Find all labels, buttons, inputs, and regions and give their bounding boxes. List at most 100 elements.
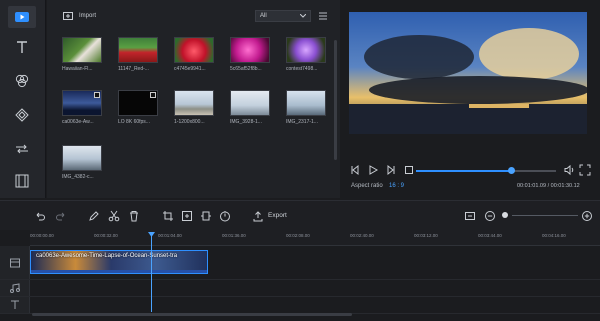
- media-filter-select[interactable]: All: [255, 10, 311, 22]
- ruler-tick-label: 00:01:36.00: [222, 233, 246, 238]
- preview-panel: Aspect ratio 16 : 9 00:01:01.09 / 00:01:…: [341, 0, 600, 198]
- media-scrollbar[interactable]: [334, 40, 337, 160]
- ruler-tick-label: 00:00:00.00: [30, 233, 54, 238]
- media-thumb[interactable]: [230, 37, 270, 63]
- stop-icon[interactable]: [403, 164, 415, 176]
- video-preview: [349, 12, 587, 134]
- volume-icon[interactable]: [563, 164, 575, 176]
- time-readout: 00:01:01.09 / 00:01:30.12: [517, 183, 580, 189]
- aspect-ratio-label: Aspect ratio: [351, 183, 383, 189]
- video-badge-icon: [94, 92, 100, 98]
- rail-filters-button[interactable]: [8, 70, 36, 92]
- total-time: 00:01:30.12: [550, 183, 580, 189]
- ruler-tick-label: 00:01:04.00: [158, 233, 182, 238]
- media-filter-value: All: [260, 13, 267, 19]
- media-thumb-label: IMG_2317-1...: [286, 119, 318, 125]
- speed-icon[interactable]: [219, 210, 231, 222]
- crop-icon[interactable]: [162, 210, 174, 222]
- text-track-icon[interactable]: [9, 299, 21, 311]
- timeline-scrollbar[interactable]: [32, 313, 352, 316]
- zoom-slider-handle[interactable]: [502, 212, 508, 218]
- text-track-header: [0, 297, 30, 313]
- list-icon: [319, 12, 327, 20]
- ruler-tick-label: 00:03:12.00: [414, 233, 438, 238]
- edit-toolbar: Export: [0, 200, 600, 230]
- rail-elements-button[interactable]: [8, 170, 36, 192]
- ruler-tick-label: 00:02:40.00: [350, 233, 374, 238]
- zoom-fit-icon[interactable]: [464, 210, 476, 222]
- rail-transition-button[interactable]: [8, 138, 36, 160]
- filters-icon: [15, 74, 29, 88]
- progress-handle[interactable]: [507, 167, 515, 174]
- media-thumb[interactable]: [230, 90, 270, 116]
- import-label: Import: [79, 13, 97, 19]
- zoom-slider-track[interactable]: [512, 215, 578, 216]
- rail-text-button[interactable]: [8, 36, 36, 58]
- rail-media-button[interactable]: [8, 6, 36, 28]
- prev-frame-icon[interactable]: [349, 164, 361, 176]
- undo-icon[interactable]: [34, 210, 46, 222]
- media-thumb-label: c4745e9941...: [174, 66, 206, 72]
- media-thumb[interactable]: [62, 37, 102, 63]
- media-thumb[interactable]: [118, 37, 158, 63]
- text-icon: [17, 41, 27, 53]
- media-thumb[interactable]: [286, 90, 326, 116]
- audio-track-header: [0, 280, 30, 296]
- media-thumb[interactable]: [62, 145, 102, 171]
- freeze-icon[interactable]: [181, 210, 193, 222]
- timeline-ruler[interactable]: 00:00:00.00 00:00:32.00 00:01:04.00 00:01:3…: [30, 230, 600, 246]
- zoom-in-icon[interactable]: [581, 210, 593, 222]
- media-thumb-label: IMG_4382-c...: [62, 174, 94, 180]
- overlay-icon: [15, 108, 29, 122]
- transition-icon: [16, 144, 28, 154]
- media-thumb[interactable]: [174, 90, 214, 116]
- left-rail: [0, 0, 46, 198]
- film-icon: [15, 174, 29, 188]
- zoom-out-icon[interactable]: [484, 210, 496, 222]
- media-thumb-label: 11147_Red-...: [118, 66, 149, 72]
- chevron-down-icon: [300, 14, 306, 18]
- edit-icon[interactable]: [88, 210, 100, 222]
- ruler-tick-label: 00:00:32.00: [94, 233, 118, 238]
- split-icon[interactable]: [108, 210, 120, 222]
- ruler-tick-label: 00:04:16.00: [542, 233, 566, 238]
- playhead[interactable]: [151, 232, 152, 312]
- video-frame-image: [349, 12, 587, 134]
- media-thumb[interactable]: [286, 37, 326, 63]
- clip-title: ca0063e-Awesome-Time-Lapse-of-Ocean-Suns…: [36, 253, 178, 259]
- current-time: 00:01:01.09: [517, 183, 547, 189]
- media-thumb[interactable]: [118, 90, 158, 116]
- fit-icon[interactable]: [200, 210, 212, 222]
- media-thumb[interactable]: [62, 90, 102, 116]
- aspect-ratio-value[interactable]: 16 : 9: [389, 183, 404, 189]
- media-thumb[interactable]: [174, 37, 214, 63]
- rail-overlay-button[interactable]: [8, 104, 36, 126]
- fullscreen-icon[interactable]: [579, 164, 591, 176]
- ruler-tick-label: 00:03:44.00: [478, 233, 502, 238]
- export-button[interactable]: Export: [268, 212, 287, 219]
- media-thumb-label: 1-1200x800...: [174, 119, 205, 125]
- import-button[interactable]: Import: [63, 9, 96, 23]
- media-thumb-label: contest7498...: [286, 66, 318, 72]
- media-thumb-label: 5c65af52f8b...: [230, 66, 262, 72]
- next-frame-icon[interactable]: [385, 164, 397, 176]
- media-thumb-label: ca0063e-Aw...: [62, 119, 94, 125]
- import-icon: [63, 12, 73, 20]
- export-icon[interactable]: [252, 210, 264, 222]
- media-thumb-label: LO 8K 60fps...: [118, 119, 150, 125]
- list-view-button[interactable]: [317, 10, 329, 22]
- media-thumb-label: Hawaiian-Fl...: [62, 66, 93, 72]
- audio-track: [0, 280, 600, 297]
- play-icon: [15, 12, 29, 22]
- text-track: [0, 297, 600, 314]
- delete-icon[interactable]: [128, 210, 140, 222]
- redo-icon[interactable]: [55, 210, 67, 222]
- progress-fill: [416, 170, 512, 172]
- play-button-icon[interactable]: [367, 164, 379, 176]
- music-icon[interactable]: [9, 282, 21, 294]
- ruler-tick-label: 00:02:08.00: [286, 233, 310, 238]
- media-library-panel: Import All Hawaiian-Fl... 11147_Red-... …: [47, 0, 340, 198]
- video-track-header: [0, 246, 30, 279]
- video-track-icon[interactable]: [9, 257, 21, 269]
- video-badge-icon: [150, 92, 156, 98]
